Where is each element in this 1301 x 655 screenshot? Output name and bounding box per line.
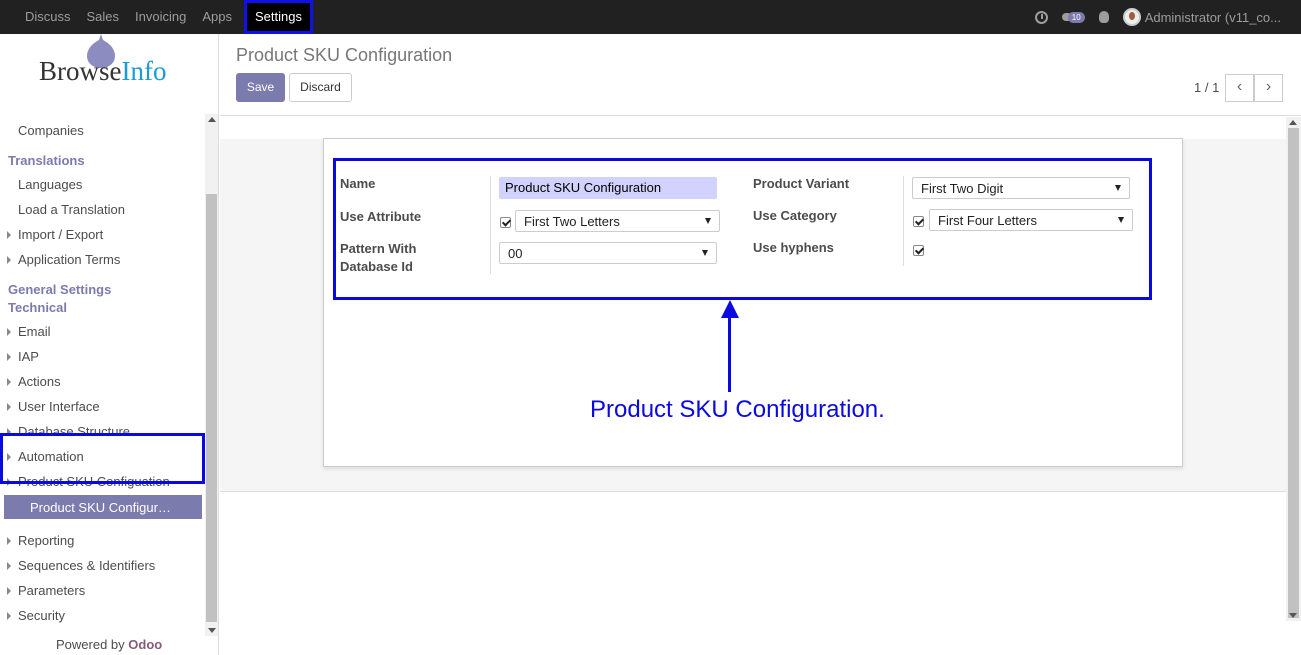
field-separator (490, 176, 491, 274)
powered-by: Powered by Odoo (56, 637, 163, 652)
chevron-down-icon (1118, 217, 1124, 223)
caret-right-icon (7, 328, 11, 336)
annotation-caption: Product SKU Configuration. (590, 396, 885, 423)
use-category-select[interactable]: First Four Letters (929, 209, 1133, 231)
logo-text: BrowseInfo (39, 56, 167, 86)
use-attribute-checkbox[interactable] (500, 217, 511, 228)
scroll-down-icon[interactable] (208, 628, 216, 633)
annotation-arrow-shaft (728, 316, 731, 392)
sidebar-item-product-sku-config-sub[interactable]: Product SKU Configur… (30, 500, 171, 515)
sidebar-item-import-export[interactable]: Import / Export (18, 227, 103, 242)
sidebar-head-technical: Technical (8, 300, 68, 315)
caret-right-icon (7, 231, 11, 239)
caret-right-icon (7, 378, 11, 386)
scrollbar-thumb[interactable] (1288, 128, 1299, 618)
use-category-checkbox[interactable] (913, 216, 924, 227)
product-variant-select[interactable]: First Two Digit (912, 177, 1130, 199)
pattern-label: Pattern With Database Id (340, 241, 417, 274)
use-attribute-label: Use Attribute (340, 209, 422, 224)
sidebar-item-email[interactable]: Email (18, 324, 51, 339)
pager-value: 1 / 1 (1194, 80, 1220, 95)
pager-previous-button[interactable]: ‹ (1225, 74, 1254, 102)
activity-clock-icon[interactable] (1034, 10, 1048, 24)
use-category-label: Use Category (753, 208, 837, 223)
settings-menu: Companies Translations Languages Load a … (0, 106, 205, 630)
debug-bug-icon[interactable] (1098, 11, 1109, 23)
name-label: Name (340, 176, 376, 191)
sidebar-item-companies[interactable]: Companies (18, 123, 84, 138)
sidebar-item-actions[interactable]: Actions (18, 374, 61, 389)
chat-count-badge: 10 (1067, 11, 1085, 23)
scroll-down-icon[interactable] (1289, 613, 1297, 618)
sidebar-scrollbar[interactable] (205, 114, 218, 636)
content-scrollbar[interactable] (1286, 117, 1301, 621)
scroll-up-icon[interactable] (208, 117, 216, 122)
sidebar-item-parameters[interactable]: Parameters (18, 583, 85, 598)
chevron-down-icon (1115, 185, 1121, 191)
caret-right-icon (7, 562, 11, 570)
sidebar: BrowseInfo Companies Translations Langua… (0, 34, 219, 655)
caret-right-icon (7, 537, 11, 545)
sidebar-item-user-interface[interactable]: User Interface (18, 399, 100, 414)
caret-right-icon (7, 587, 11, 595)
menu-apps[interactable]: Apps (194, 0, 240, 34)
systray: 10 Administrator (v11_co... (1034, 0, 1301, 34)
use-hyphens-checkbox[interactable] (913, 245, 924, 256)
sidebar-item-sequences[interactable]: Sequences & Identifiers (18, 558, 155, 573)
chat-icon[interactable]: 10 (1061, 11, 1085, 23)
top-navbar: Discuss Sales Invoicing Apps Settings 10… (0, 0, 1301, 34)
odoo-link[interactable]: Odoo (128, 637, 162, 652)
product-variant-label: Product Variant (753, 176, 850, 191)
chevron-down-icon (705, 218, 711, 224)
scrollbar-thumb[interactable] (206, 194, 217, 622)
chevron-down-icon (702, 250, 708, 256)
caret-right-icon (7, 353, 11, 361)
menu-invoicing[interactable]: Invoicing (127, 0, 194, 34)
pager-next-button[interactable]: › (1254, 74, 1283, 102)
sidebar-head-translations: Translations (8, 153, 85, 168)
sidebar-item-security[interactable]: Security (18, 608, 65, 623)
scroll-up-icon[interactable] (1289, 120, 1297, 125)
page-title: Product SKU Configuration (236, 45, 453, 65)
use-attribute-select[interactable]: First Two Letters (515, 210, 720, 232)
highlight-box-sidebar (0, 433, 205, 484)
caret-right-icon (7, 256, 11, 264)
caret-right-icon (7, 612, 11, 620)
sidebar-item-load-translation[interactable]: Load a Translation (18, 202, 125, 217)
discard-button[interactable]: Discard (289, 73, 352, 102)
field-separator (903, 176, 904, 266)
save-button[interactable]: Save (236, 73, 285, 102)
menu-settings[interactable]: Settings (244, 0, 313, 34)
menu-sales[interactable]: Sales (79, 0, 128, 34)
use-hyphens-label: Use hyphens (753, 240, 834, 255)
sidebar-item-application-terms[interactable]: Application Terms (18, 252, 120, 267)
sidebar-item-iap[interactable]: IAP (18, 349, 39, 364)
user-menu[interactable]: Administrator (v11_co... (1122, 8, 1281, 26)
name-input[interactable]: Product SKU Configuration (499, 177, 717, 199)
sidebar-item-reporting[interactable]: Reporting (18, 533, 74, 548)
menu-discuss[interactable]: Discuss (17, 0, 79, 34)
control-panel: Product SKU Configuration Save Discard 1… (220, 34, 1301, 116)
pattern-select[interactable]: 00 (499, 242, 717, 264)
app-menu: Discuss Sales Invoicing Apps Settings (0, 0, 313, 34)
avatar (1122, 8, 1141, 26)
company-logo: BrowseInfo (38, 34, 188, 98)
sidebar-item-languages[interactable]: Languages (18, 177, 82, 192)
caret-right-icon (7, 403, 11, 411)
user-name: Administrator (v11_co... (1144, 9, 1281, 25)
sidebar-head-general-settings[interactable]: General Settings (8, 282, 111, 297)
